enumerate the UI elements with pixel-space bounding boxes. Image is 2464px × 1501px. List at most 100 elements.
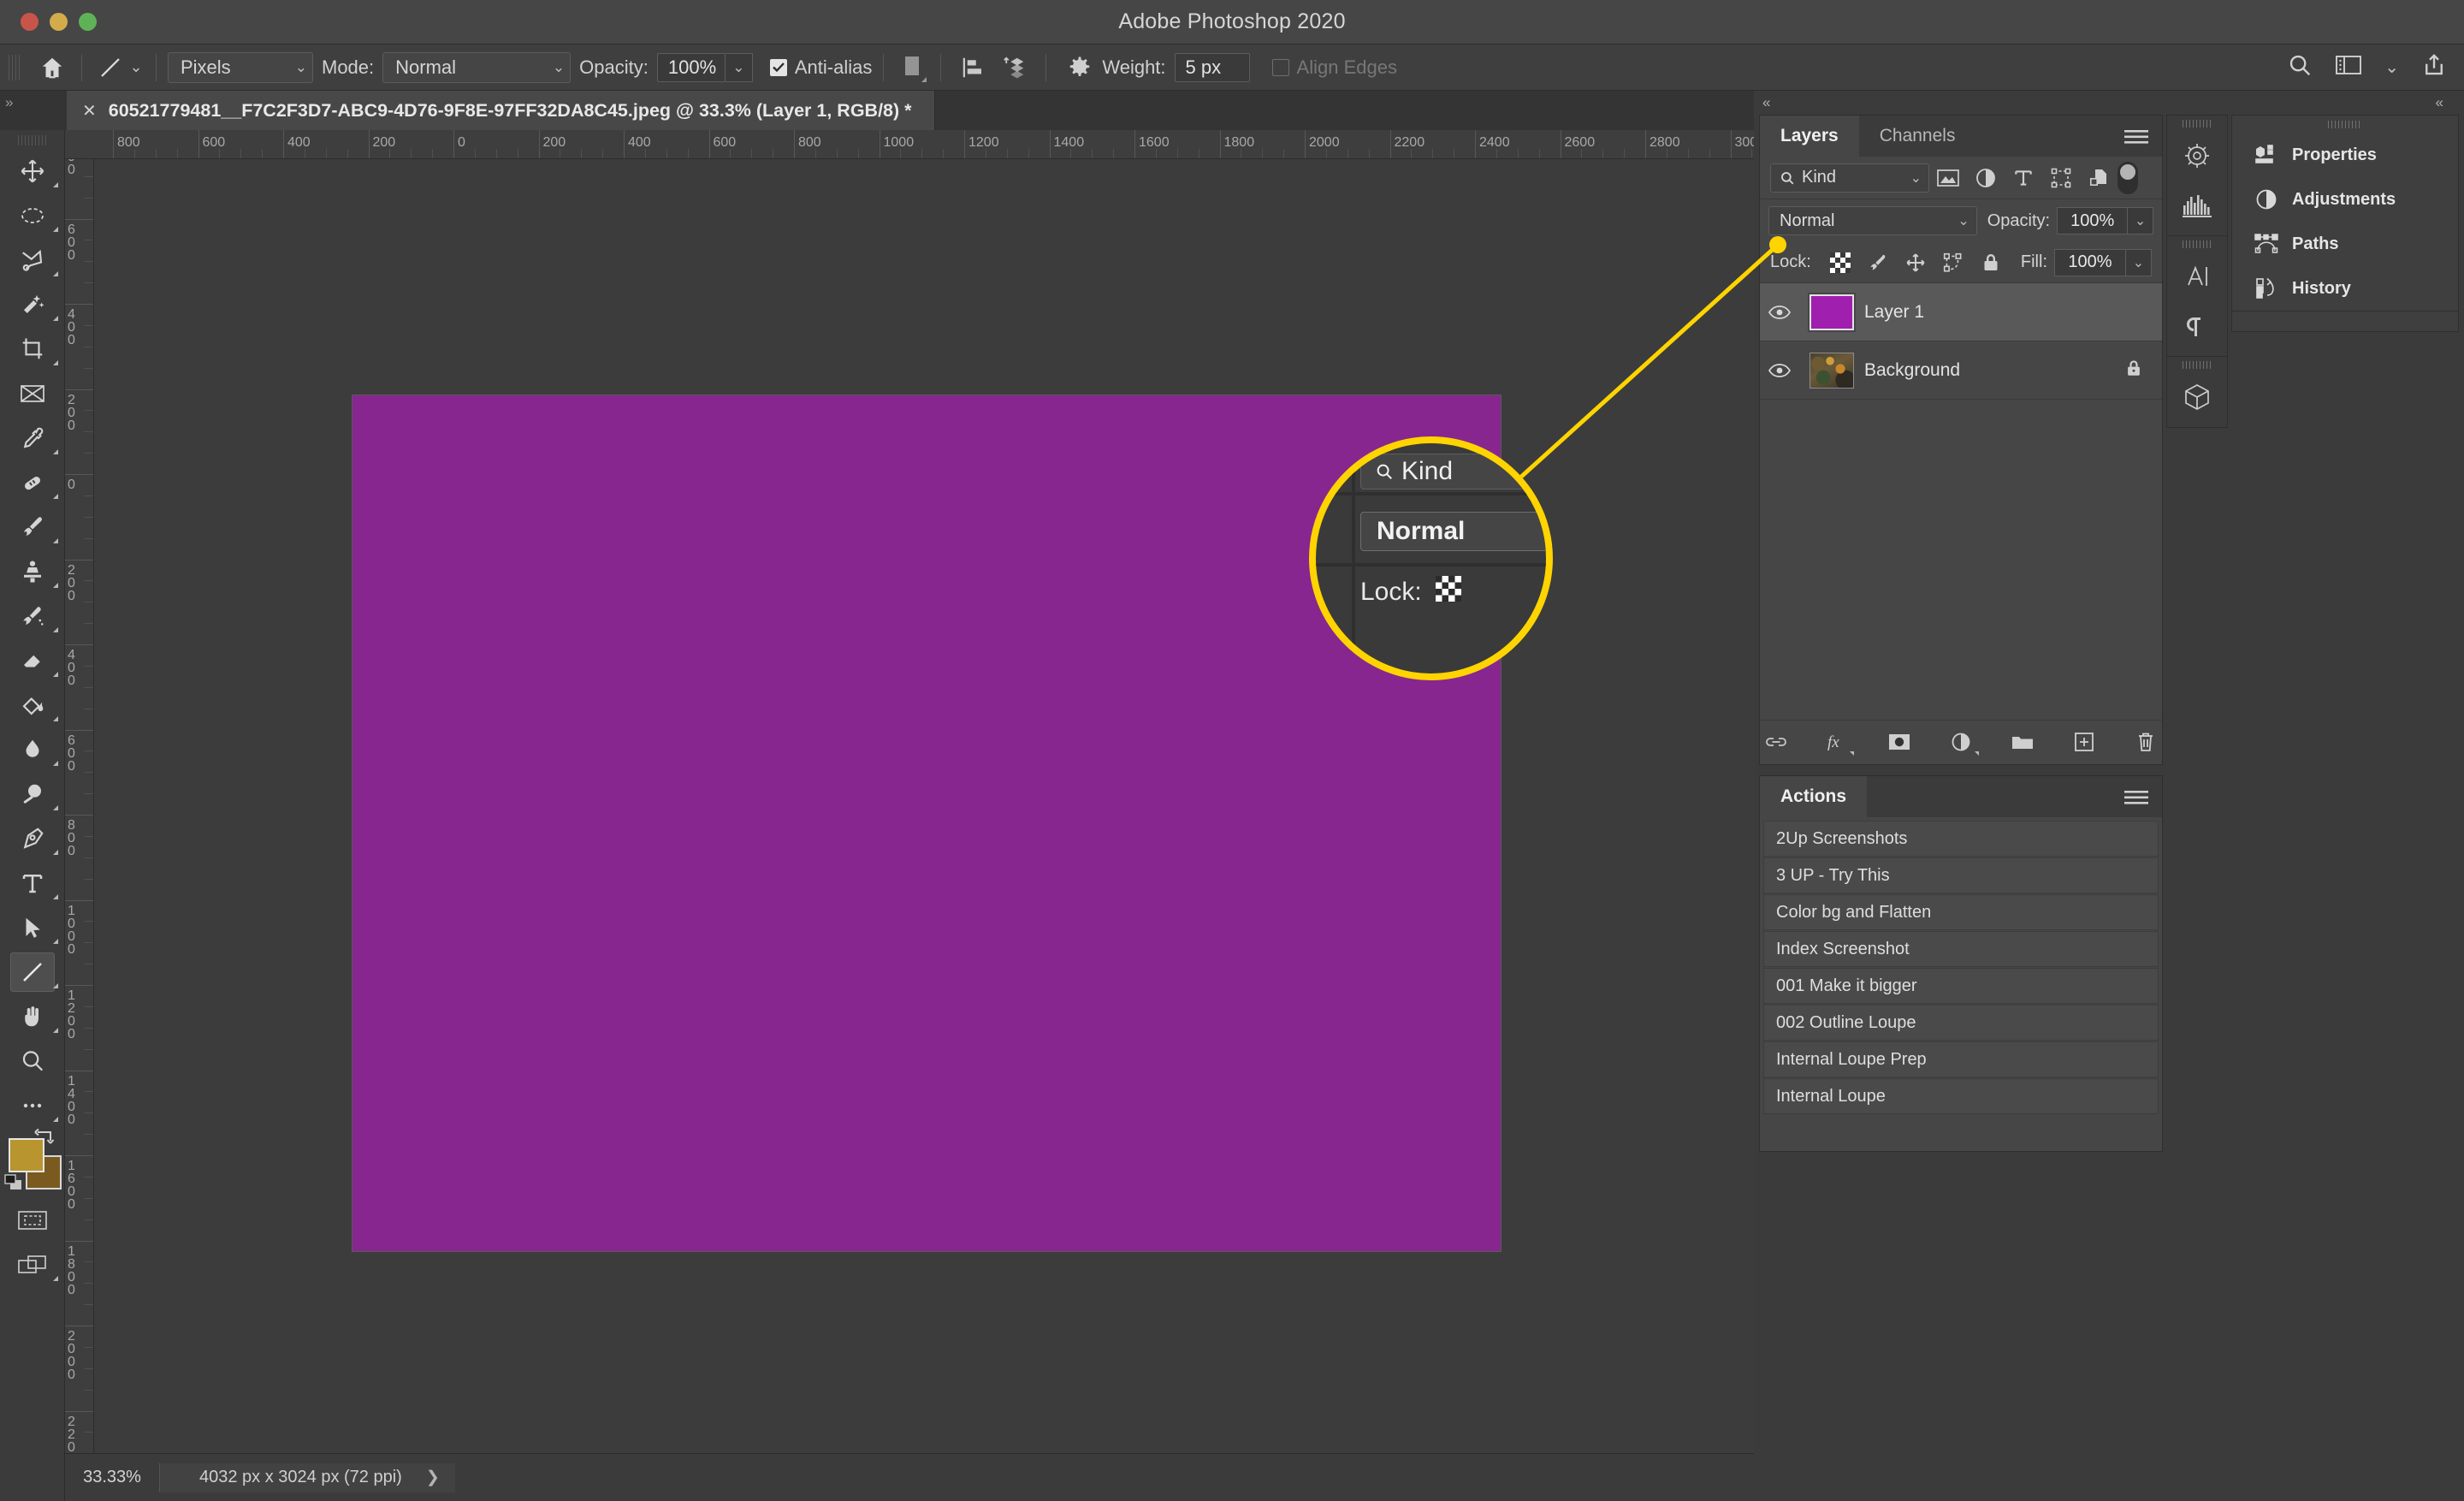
eye-icon[interactable] <box>1760 304 1799 321</box>
filter-smart-object-icon[interactable] <box>2080 162 2118 194</box>
default-colors-icon[interactable] <box>3 1173 26 1196</box>
action-item[interactable]: Internal Loupe <box>1763 1078 2159 1114</box>
tab-channels[interactable]: Channels <box>1859 116 1976 157</box>
line-tool[interactable] <box>0 950 65 994</box>
share-icon[interactable] <box>2421 52 2447 82</box>
opacity-value[interactable]: 100% <box>656 52 726 82</box>
layer-opacity-chevron[interactable]: ⌄ <box>2128 207 2153 234</box>
filter-shape-layers-icon[interactable] <box>2042 162 2080 194</box>
lock-transparent-pixels-icon[interactable] <box>1821 247 1859 278</box>
pen-tool[interactable] <box>0 816 65 861</box>
action-item[interactable]: 002 Outline Loupe <box>1763 1005 2159 1041</box>
chevron-right-icon[interactable]: ❯ <box>426 1468 455 1487</box>
layer-thumbnail-cell[interactable] <box>1799 292 1864 332</box>
action-item[interactable]: Internal Loupe Prep <box>1763 1041 2159 1077</box>
action-item[interactable]: Color bg and Flatten <box>1763 894 2159 930</box>
move-tool[interactable] <box>0 149 65 193</box>
histogram-icon[interactable] <box>2167 181 2227 230</box>
document-tab[interactable]: ✕ 60521779481__F7C2F3D7-ABC9-4D76-9F8E-9… <box>67 91 935 130</box>
clone-stamp-tool[interactable] <box>0 549 65 594</box>
layer-row-layer-1[interactable]: Layer 1 <box>1760 283 2162 341</box>
eyedropper-tool[interactable] <box>0 416 65 460</box>
align-edges-checkbox[interactable]: Align Edges <box>1271 56 1397 79</box>
rail-grip[interactable] <box>2167 357 2227 372</box>
new-adjustment-layer-icon[interactable] <box>1945 727 1979 757</box>
layer-style-fx-icon[interactable]: fx <box>1821 727 1854 757</box>
blend-mode-select[interactable]: Normal ⌄ <box>382 51 572 83</box>
layer-fill-chevron[interactable]: ⌄ <box>2126 248 2152 276</box>
action-item[interactable]: 3 UP - Try This <box>1763 857 2159 893</box>
lasso-tool[interactable] <box>0 238 65 282</box>
path-arrangement-icon[interactable] <box>993 50 1034 85</box>
path-selection-tool[interactable] <box>0 905 65 950</box>
healing-brush-tool[interactable] <box>0 460 65 505</box>
shape-mode-select[interactable]: Pixels ⌄ <box>168 51 313 83</box>
action-item[interactable]: Index Screenshot <box>1763 931 2159 967</box>
marquee-tool[interactable] <box>0 193 65 238</box>
filter-type-layers-icon[interactable] <box>2005 162 2042 194</box>
history-brush-tool[interactable] <box>0 594 65 638</box>
side-panel-item-paths[interactable]: Paths <box>2232 222 2458 266</box>
filter-toggle-switch[interactable] <box>2118 161 2138 194</box>
collapse-panels-left-icon[interactable]: « <box>1762 94 1770 111</box>
home-icon[interactable] <box>34 50 70 86</box>
collapse-panels-right-icon[interactable]: « <box>2436 94 2443 111</box>
chevron-down-icon[interactable]: ⌄ <box>2384 56 2399 78</box>
add-layer-mask-icon[interactable] <box>1883 727 1916 757</box>
layer-list-empty-area[interactable] <box>1760 400 2162 720</box>
vertical-ruler[interactable]: 8006004002000200400600800100012001400160… <box>65 159 94 1453</box>
layer-fill-value[interactable]: 100% <box>2054 248 2126 276</box>
3d-cube-icon[interactable] <box>2167 372 2227 422</box>
chevron-down-icon[interactable]: ⌄ <box>127 58 145 76</box>
layer-opacity-value[interactable]: 100% <box>2057 207 2129 234</box>
tools-panel-grip[interactable] <box>17 135 47 145</box>
foreground-color-swatch[interactable] <box>9 1138 44 1172</box>
weight-field[interactable]: 5 px <box>1174 52 1250 82</box>
line-tool-icon[interactable] <box>93 50 127 85</box>
path-alignment-icon[interactable] <box>952 50 993 85</box>
close-icon[interactable]: ✕ <box>82 100 97 122</box>
side-panel-item-adjustments[interactable]: Adjustments <box>2232 177 2458 222</box>
lock-all-icon[interactable] <box>1972 247 2010 278</box>
side-panel-grip[interactable] <box>2232 116 2458 133</box>
blur-tool[interactable] <box>0 727 65 772</box>
document-info[interactable]: 4032 px x 3024 px (72 ppi) ❯ <box>160 1462 455 1492</box>
screen-mode-button[interactable] <box>0 1243 65 1287</box>
type-tool[interactable] <box>0 861 65 905</box>
dodge-tool[interactable] <box>0 772 65 816</box>
filter-adjustment-layers-icon[interactable] <box>1967 162 2005 194</box>
action-item[interactable]: 001 Make it bigger <box>1763 968 2159 1004</box>
side-panel-item-history[interactable]: History <box>2232 266 2458 311</box>
rail-grip[interactable] <box>2167 236 2227 252</box>
character-icon[interactable] <box>2167 252 2227 301</box>
tab-layers[interactable]: Layers <box>1760 116 1859 157</box>
opacity-stepper-chevron[interactable]: ⌄ <box>725 52 753 82</box>
canvas-area[interactable] <box>94 159 1754 1453</box>
lock-image-pixels-icon[interactable] <box>1859 247 1897 278</box>
opacity-control[interactable]: 100% ⌄ <box>656 52 753 82</box>
layer-blend-mode-select[interactable]: Normal ⌄ <box>1768 206 1977 235</box>
lock-position-icon[interactable] <box>1897 247 1934 278</box>
gear-icon[interactable] <box>1057 50 1102 85</box>
zoom-tool[interactable] <box>0 1039 65 1083</box>
link-layers-icon[interactable] <box>1760 727 1792 757</box>
action-item[interactable]: 2Up Screenshots <box>1763 821 2159 857</box>
layer-row-background[interactable]: Background <box>1760 341 2162 400</box>
edit-toolbar-button[interactable] <box>0 1083 65 1128</box>
eraser-tool[interactable] <box>0 638 65 683</box>
side-panel-item-properties[interactable]: Properties <box>2232 133 2458 177</box>
new-layer-icon[interactable] <box>2068 727 2100 757</box>
fill-color-swatch[interactable] <box>895 50 929 85</box>
options-bar-grip[interactable] <box>9 54 21 80</box>
filter-pixel-layers-icon[interactable] <box>1929 162 1967 194</box>
color-wheel-icon[interactable] <box>2167 131 2227 181</box>
delete-layer-icon[interactable] <box>2129 727 2162 757</box>
workspace-switcher-icon[interactable] <box>2335 54 2362 80</box>
paragraph-icon[interactable] <box>2167 301 2227 351</box>
quick-mask-button[interactable] <box>0 1198 65 1243</box>
layer-filter-kind-select[interactable]: Kind ⌄ <box>1770 163 1929 193</box>
gradient-tool[interactable] <box>0 683 65 727</box>
object-selection-tool[interactable] <box>0 282 65 327</box>
rail-grip[interactable] <box>2167 116 2227 131</box>
panel-menu-icon[interactable] <box>2124 789 2148 810</box>
